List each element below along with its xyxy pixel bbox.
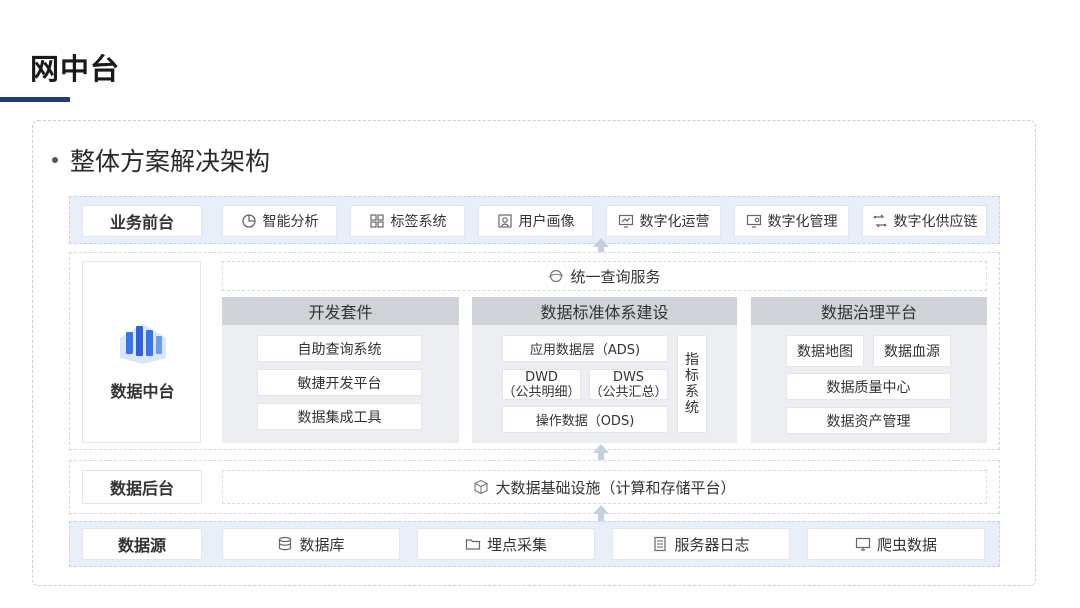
dwd-label: DWD [525, 369, 558, 385]
front-item-tag-system[interactable]: 标签系统 [350, 205, 465, 237]
front-item-digital-ops[interactable]: 数字化运营 [606, 205, 721, 237]
front-item-label: 用户画像 [518, 214, 575, 230]
front-label: 业务前台 [82, 205, 202, 237]
unified-query-service[interactable]: 统一查询服务 [222, 261, 987, 291]
source-item-label: 服务器日志 [674, 535, 750, 554]
front-item-digital-mgmt[interactable]: 数字化管理 [734, 205, 849, 237]
folder-icon [465, 536, 481, 552]
middle-label: 数据中台 [110, 382, 175, 401]
database-icon [277, 536, 293, 552]
dwd-layer[interactable]: DWD （公共明细） [502, 369, 581, 400]
front-item-label: 数字化运营 [639, 214, 710, 230]
data-quality-center[interactable]: 数据质量中心 [786, 373, 951, 400]
front-item-smart-analysis[interactable]: 智能分析 [222, 205, 337, 237]
data-lineage[interactable]: 数据血源 [873, 335, 951, 367]
dwd-sublabel: （公共明细） [502, 384, 581, 400]
dws-label: DWS [612, 369, 645, 385]
data-middle-logo-icon [116, 318, 170, 370]
back-label: 数据后台 [82, 470, 202, 504]
metric-char: 指 [685, 352, 699, 368]
query-service-icon [548, 268, 564, 284]
pie-chart-icon [241, 213, 257, 229]
metric-char: 统 [685, 400, 699, 416]
source-item-label: 爬虫数据 [876, 535, 937, 554]
source-item-database[interactable]: 数据库 [222, 528, 400, 560]
data-asset-mgmt[interactable]: 数据资产管理 [786, 407, 951, 434]
front-item-supply-chain[interactable]: 数字化供应链 [862, 205, 987, 237]
data-map[interactable]: 数据地图 [786, 335, 864, 367]
source-item-label: 数据库 [299, 535, 345, 554]
front-item-label: 智能分析 [262, 214, 319, 230]
bullet-icon [52, 157, 58, 163]
front-item-user-portrait[interactable]: 用户画像 [478, 205, 593, 237]
source-item-tracking[interactable]: 埋点采集 [417, 528, 595, 560]
middle-label-box: 数据中台 [82, 261, 201, 443]
supply-chain-icon [872, 213, 888, 229]
infra-label: 大数据基础设施（计算和存储平台） [495, 478, 736, 497]
page-title: 网中台 [30, 52, 121, 86]
monitor-icon [855, 536, 871, 552]
front-item-label: 标签系统 [390, 214, 447, 230]
cube-icon [473, 479, 489, 495]
monitor-gear-icon [746, 213, 762, 229]
governance-title: 数据治理平台 [751, 297, 987, 325]
log-icon [652, 536, 668, 552]
source-item-label: 埋点采集 [486, 535, 547, 554]
dev-suite-item[interactable]: 数据集成工具 [257, 403, 422, 430]
ods-layer[interactable]: 操作数据（ODS) [502, 406, 668, 433]
dev-suite-item[interactable]: 敏捷开发平台 [257, 369, 422, 396]
grid-icon [369, 213, 385, 229]
dws-sublabel: （公共汇总） [589, 384, 668, 400]
monitor-chart-icon [618, 213, 634, 229]
front-item-label: 数字化供应链 [893, 214, 978, 230]
dws-layer[interactable]: DWS （公共汇总） [589, 369, 668, 400]
section-heading: 整体方案解决架构 [52, 142, 270, 178]
infra-box[interactable]: 大数据基础设施（计算和存储平台） [222, 470, 987, 504]
metric-char: 标 [685, 368, 699, 384]
portrait-icon [497, 213, 513, 229]
section-heading-text: 整体方案解决架构 [70, 147, 271, 176]
ads-layer[interactable]: 应用数据层（ADS) [502, 335, 668, 362]
dev-suite-title: 开发套件 [222, 297, 459, 325]
front-item-label: 数字化管理 [767, 214, 838, 230]
query-service-label: 统一查询服务 [570, 267, 661, 286]
dev-suite-item[interactable]: 自助查询系统 [257, 335, 422, 362]
title-underline [0, 97, 70, 102]
source-item-crawler[interactable]: 爬虫数据 [807, 528, 985, 560]
source-item-server-log[interactable]: 服务器日志 [612, 528, 790, 560]
metric-char: 系 [685, 384, 699, 400]
source-label: 数据源 [82, 528, 202, 560]
metric-system[interactable]: 指 标 系 统 [677, 335, 707, 433]
standard-title: 数据标准体系建设 [472, 297, 737, 325]
